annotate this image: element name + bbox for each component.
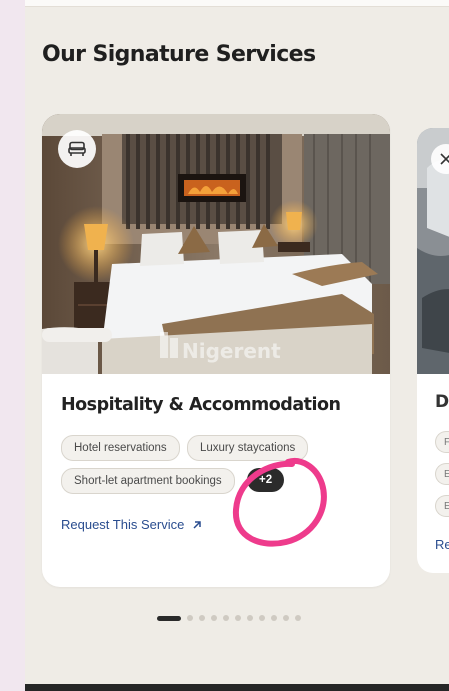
request-service-link-peek[interactable]: Re (435, 537, 449, 552)
service-tag-peek: F (435, 431, 449, 453)
footer-edge (25, 684, 449, 691)
service-title: Hospitality & Accommodation (61, 395, 341, 415)
carousel-dot[interactable] (295, 615, 301, 621)
carousel-dot[interactable] (211, 615, 217, 621)
carousel-dot[interactable] (235, 615, 241, 621)
more-tags-badge[interactable]: +2 (247, 468, 285, 492)
carousel-dot-active[interactable] (157, 615, 181, 621)
carousel-dot[interactable] (283, 615, 289, 621)
service-tag-peek: E (435, 463, 449, 485)
service-title-peek: D (435, 392, 449, 412)
service-image: Nigerent (42, 114, 390, 374)
service-card-hospitality[interactable]: Nigerent Hospitality & Accommodation Hot… (42, 114, 390, 587)
services-section: Our Signature Services Nigerent Hospital… (25, 0, 449, 691)
carousel-pagination (157, 614, 301, 622)
service-tag: Short-let apartment bookings (61, 468, 235, 494)
service-tag: Hotel reservations (61, 435, 180, 461)
section-title: Our Signature Services (42, 42, 316, 67)
service-tag: Luxury staycations (187, 435, 309, 461)
carousel-dot[interactable] (259, 615, 265, 621)
arrow-up-right-icon (193, 520, 202, 529)
service-card-next[interactable]: D F E E Re (417, 128, 449, 573)
request-service-label: Request This Service (61, 517, 185, 532)
service-card-body: Hospitality & Accommodation Hotel reserv… (42, 374, 390, 587)
left-panel-edge (0, 0, 25, 691)
carousel-dot[interactable] (223, 615, 229, 621)
service-tag-peek: E (435, 495, 449, 517)
carousel-dot[interactable] (199, 615, 205, 621)
carousel-dot[interactable] (187, 615, 193, 621)
carousel-dot[interactable] (271, 615, 277, 621)
request-service-link[interactable]: Request This Service (61, 517, 202, 532)
bed-icon (58, 130, 96, 168)
image-watermark: Nigerent (182, 339, 281, 363)
carousel-dot[interactable] (247, 615, 253, 621)
top-divider (25, 0, 449, 7)
